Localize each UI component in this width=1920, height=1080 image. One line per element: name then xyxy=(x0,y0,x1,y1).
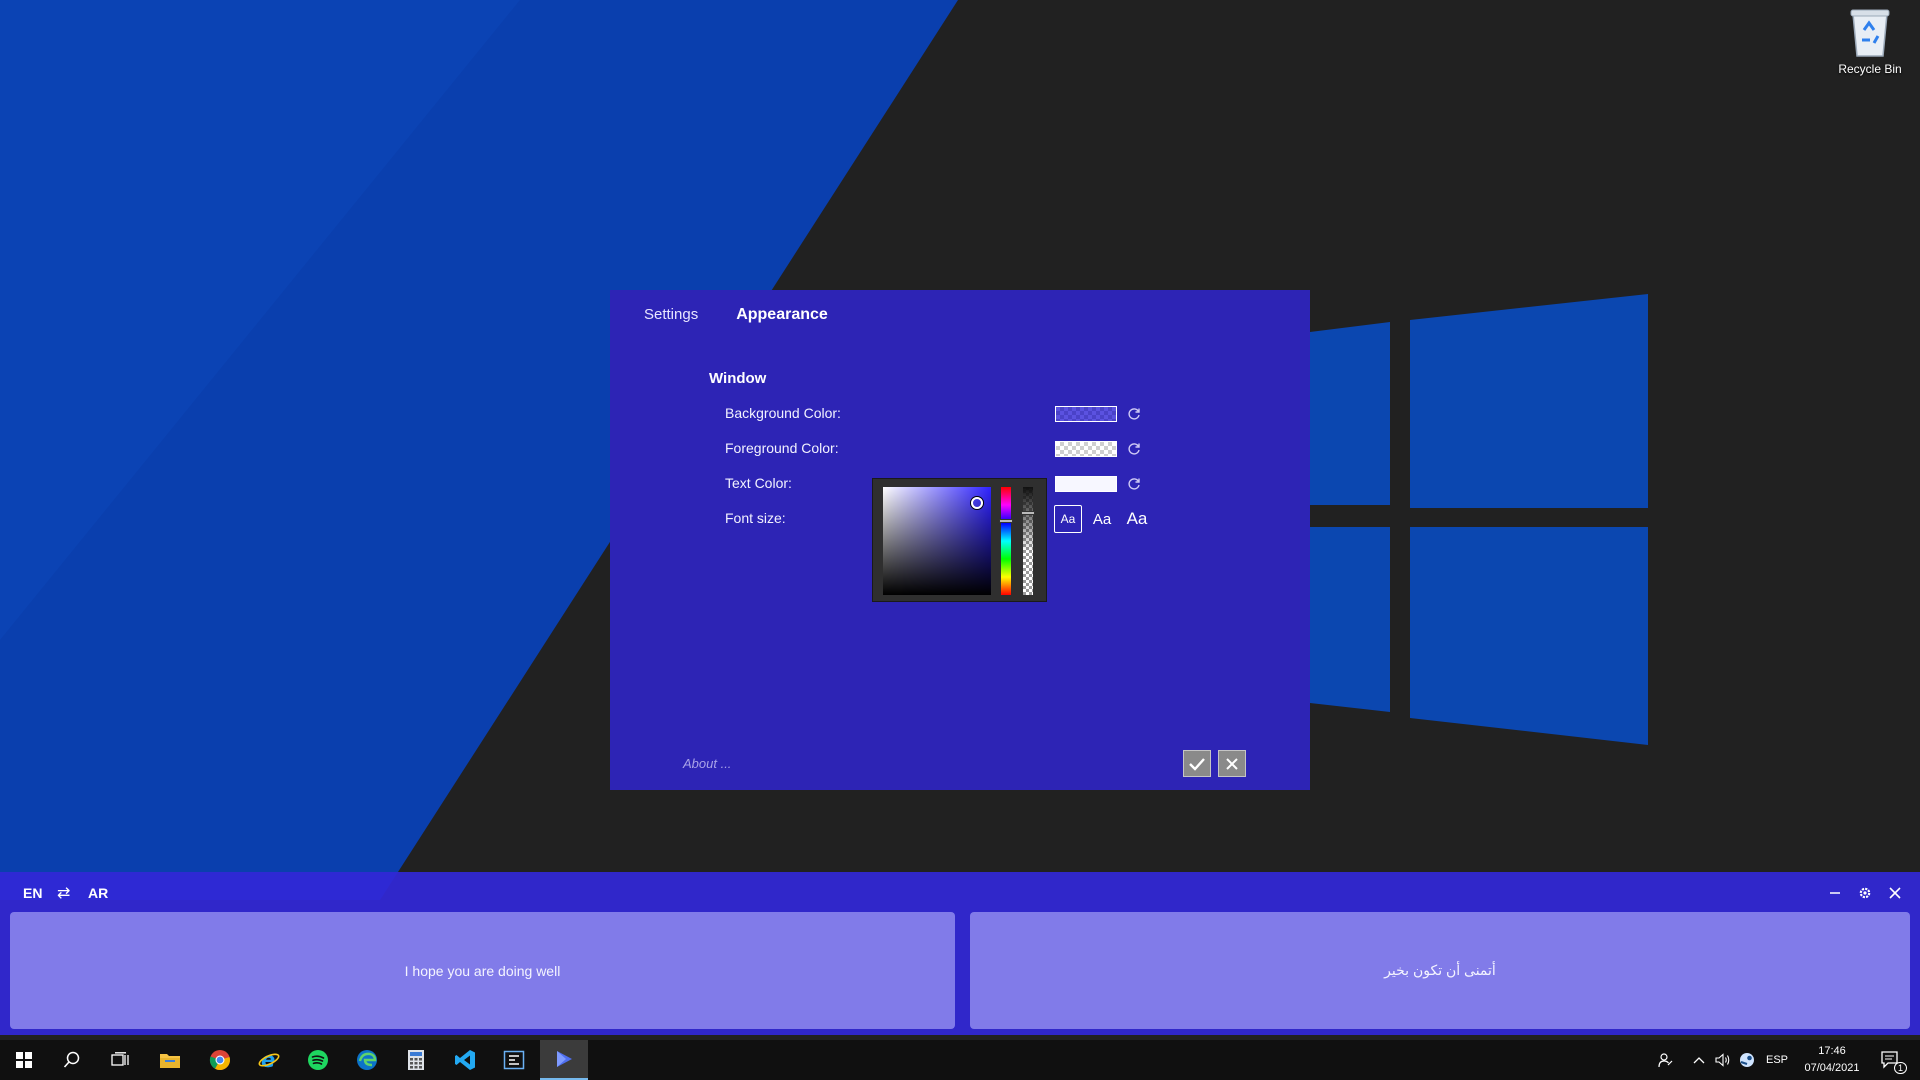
taskbar-translator-app[interactable] xyxy=(540,1040,588,1080)
recycle-bin[interactable]: Recycle Bin xyxy=(1830,6,1910,76)
taskbar-calculator[interactable] xyxy=(392,1040,440,1080)
alpha-slider-handle[interactable] xyxy=(1021,511,1035,515)
steam-icon xyxy=(1740,1053,1754,1067)
section-title-window: Window xyxy=(709,370,767,387)
tray-volume-button[interactable] xyxy=(1712,1040,1734,1080)
taskbar-code-app[interactable] xyxy=(490,1040,538,1080)
task-view-button[interactable] xyxy=(96,1040,144,1080)
settings-dialog: Settings Appearance Window Background Co… xyxy=(610,290,1310,790)
dialog-tabs: Settings Appearance xyxy=(644,306,828,324)
cancel-button[interactable] xyxy=(1218,750,1246,777)
about-link[interactable]: About ... xyxy=(683,756,731,771)
recycle-bin-label: Recycle Bin xyxy=(1838,62,1902,76)
checkmark-icon xyxy=(1189,757,1205,771)
taskbar-spotify[interactable] xyxy=(294,1040,342,1080)
taskbar-search-button[interactable] xyxy=(48,1040,96,1080)
close-icon xyxy=(1226,757,1238,770)
source-text-panel[interactable]: I hope you are doing well xyxy=(10,912,955,1029)
chevron-up-icon xyxy=(1693,1057,1705,1064)
taskbar-file-explorer[interactable] xyxy=(146,1040,194,1080)
taskbar-internet-explorer[interactable]: e xyxy=(245,1040,293,1080)
recycle-bin-icon xyxy=(1850,9,1890,57)
vscode-icon xyxy=(455,1050,475,1070)
source-text: I hope you are doing well xyxy=(404,962,561,979)
gear-icon xyxy=(1859,887,1871,899)
task-view-icon xyxy=(111,1052,129,1066)
search-icon xyxy=(63,1051,80,1068)
background-color-reset-icon[interactable] xyxy=(1126,406,1142,422)
clock-date: 07/04/2021 xyxy=(1804,1062,1860,1074)
tray-overflow-button[interactable] xyxy=(1688,1040,1710,1080)
saturation-value-area[interactable] xyxy=(883,487,991,595)
font-size-medium-button[interactable]: Aa xyxy=(1088,505,1116,533)
folder-icon xyxy=(160,1054,180,1068)
tray-language-button[interactable]: ESP xyxy=(1762,1040,1792,1080)
spotify-icon xyxy=(308,1050,328,1070)
font-size-label: Font size: xyxy=(725,510,786,526)
foreground-color-label: Foreground Color: xyxy=(725,440,839,456)
swap-languages-button[interactable]: ⇄ xyxy=(57,883,70,903)
saturation-value-handle[interactable] xyxy=(971,497,983,509)
source-language-button[interactable]: EN xyxy=(23,885,42,901)
background-color-swatch[interactable] xyxy=(1055,406,1117,422)
confirm-button[interactable] xyxy=(1183,750,1211,777)
text-color-label: Text Color: xyxy=(725,475,792,491)
close-icon xyxy=(1889,887,1901,899)
translator-bar: EN ⇄ AR I hope you are doing well أتمنى … xyxy=(0,872,1920,1035)
action-center-button[interactable]: 1 xyxy=(1874,1040,1908,1080)
internet-explorer-icon: e xyxy=(258,1049,280,1071)
foreground-color-swatch[interactable] xyxy=(1055,441,1117,457)
tab-settings[interactable]: Settings xyxy=(644,306,698,323)
calculator-icon xyxy=(408,1050,424,1070)
windows-logo-icon xyxy=(16,1052,32,1068)
settings-button[interactable] xyxy=(1856,884,1874,902)
tab-appearance[interactable]: Appearance xyxy=(736,306,828,324)
target-text: أتمنى أن تكون بخير xyxy=(1384,962,1496,978)
alpha-slider[interactable] xyxy=(1021,487,1035,595)
taskbar-edge[interactable] xyxy=(343,1040,391,1080)
chrome-icon xyxy=(209,1050,230,1071)
tray-steam-button[interactable] xyxy=(1736,1040,1758,1080)
notification-count-badge: 1 xyxy=(1894,1062,1908,1074)
taskbar: e ESP 17:46 07/04/2021 1 xyxy=(0,1040,1920,1080)
svg-text:e: e xyxy=(261,1049,275,1071)
translator-app-icon xyxy=(557,1051,572,1067)
text-color-swatch[interactable] xyxy=(1055,476,1117,492)
minimize-button[interactable] xyxy=(1826,884,1844,902)
edge-icon xyxy=(357,1050,377,1070)
hue-slider-handle[interactable] xyxy=(999,519,1013,523)
foreground-color-reset-icon[interactable] xyxy=(1126,441,1142,457)
tray-people-button[interactable] xyxy=(1652,1040,1678,1080)
hue-slider[interactable] xyxy=(999,487,1013,595)
close-translator-button[interactable] xyxy=(1886,884,1904,902)
start-button[interactable] xyxy=(0,1040,48,1080)
target-text-panel[interactable]: أتمنى أن تكون بخير xyxy=(970,912,1910,1029)
people-icon xyxy=(1658,1053,1673,1068)
text-color-reset-icon[interactable] xyxy=(1126,476,1142,492)
target-language-button[interactable]: AR xyxy=(88,885,108,901)
minimize-icon xyxy=(1830,892,1840,894)
background-color-label: Background Color: xyxy=(725,405,841,421)
volume-icon xyxy=(1715,1053,1730,1067)
color-picker-popup xyxy=(872,478,1047,602)
taskbar-vscode[interactable] xyxy=(441,1040,489,1080)
code-editor-icon xyxy=(503,1050,525,1070)
font-size-large-button[interactable]: Aa xyxy=(1122,505,1152,533)
font-size-small-button[interactable]: Aa xyxy=(1054,505,1082,533)
taskbar-chrome[interactable] xyxy=(196,1040,244,1080)
taskbar-clock[interactable]: 17:46 07/04/2021 xyxy=(1794,1043,1870,1077)
clock-time: 17:46 xyxy=(1818,1045,1846,1057)
